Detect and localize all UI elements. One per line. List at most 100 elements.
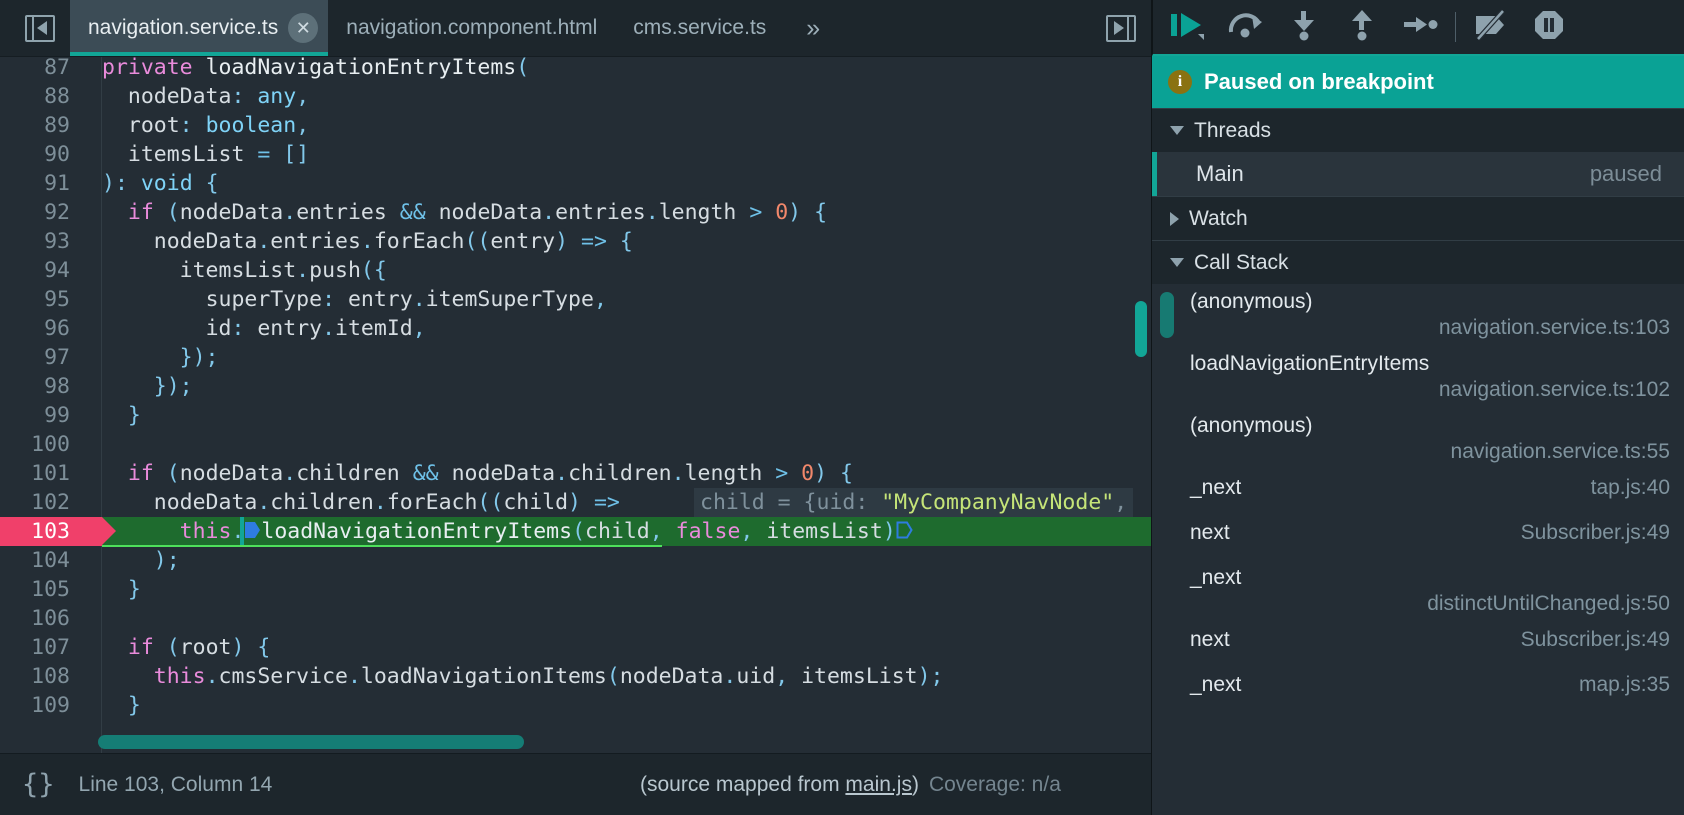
code-editor[interactable]: 87 private loadNavigationEntryItems( 88 … <box>0 56 1151 753</box>
code-line-88[interactable]: 88 nodeData: any, <box>0 82 1151 111</box>
line-number: 99 <box>44 403 70 428</box>
frame-function-name: (anonymous) <box>1190 290 1313 313</box>
call-stack-frame[interactable]: loadNavigationEntryItems navigation.serv… <box>1152 346 1684 408</box>
code-line-107[interactable]: 107 if (root) { <box>0 633 1151 662</box>
tab-navigation-component-html[interactable]: navigation.component.html <box>328 0 615 56</box>
code-line-97[interactable]: 97 }); <box>0 343 1151 372</box>
debugger-toolbar <box>1152 0 1684 56</box>
source-mapped-prefix: (source mapped from <box>640 772 846 796</box>
code-line-96[interactable]: 96 id: entry.itemId, <box>0 314 1151 343</box>
source-mapped-note: (source mapped from main.js) <box>640 773 919 797</box>
code-line-101[interactable]: 101 if (nodeData.children && nodeData.ch… <box>0 459 1151 488</box>
call-stack-section-header[interactable]: Call Stack <box>1152 240 1684 284</box>
call-stack-frame[interactable]: next Subscriber.js:49 <box>1152 515 1684 560</box>
show-navigator-button[interactable] <box>10 0 70 56</box>
thread-state: paused <box>1589 161 1662 186</box>
more-tabs-button[interactable]: » <box>784 0 842 56</box>
line-number: 95 <box>44 287 70 312</box>
tab-cms-service-ts[interactable]: cms.service.ts <box>615 0 784 56</box>
code-content[interactable]: 87 private loadNavigationEntryItems( 88 … <box>0 56 1151 753</box>
code-line-91[interactable]: 91 ): void { <box>0 169 1151 198</box>
step-button[interactable] <box>1391 2 1449 52</box>
frame-function-name: _next <box>1190 673 1242 696</box>
code-line-93[interactable]: 93 nodeData.entries.forEach((entry) => { <box>0 227 1151 256</box>
code-line-102[interactable]: 102 nodeData.children.forEach((child) =>… <box>0 488 1151 517</box>
threads-section-header[interactable]: Threads <box>1152 108 1684 152</box>
pretty-print-icon[interactable]: {} <box>22 769 55 800</box>
line-number: 94 <box>44 258 70 283</box>
call-stack-frame[interactable]: _next tap.js:40 <box>1152 470 1684 515</box>
call-stack-frame[interactable]: _next map.js:35 <box>1152 667 1684 712</box>
inline-value-hint: child = {uid: "MyCompanyNavNode", <box>694 488 1134 517</box>
code-line-106[interactable]: 106 <box>0 604 1151 633</box>
code-line-108[interactable]: 108 this.cmsService.loadNavigationItems(… <box>0 662 1151 691</box>
close-icon[interactable]: ✕ <box>288 13 319 43</box>
thread-row-main[interactable]: Main paused <box>1152 152 1684 196</box>
line-source: } <box>127 577 141 602</box>
step-into-marker-filled-icon[interactable] <box>244 520 261 540</box>
show-debugger-button[interactable] <box>1091 0 1151 56</box>
call-stack-frame[interactable]: _next distinctUntilChanged.js:50 <box>1152 560 1684 622</box>
line-number: 93 <box>44 229 70 254</box>
code-line-87[interactable]: 87 private loadNavigationEntryItems( <box>0 56 1151 82</box>
tab-navigation-service-ts[interactable]: navigation.service.ts ✕ <box>70 0 329 56</box>
code-line-89[interactable]: 89 root: boolean, <box>0 111 1151 140</box>
step-into-button[interactable] <box>1275 2 1333 52</box>
frame-selected-indicator <box>1160 292 1174 338</box>
line-source: ): void { <box>102 171 219 196</box>
resume-script-execution-button[interactable] <box>1159 2 1217 52</box>
step-over-button[interactable] <box>1217 2 1275 52</box>
editor-pane: navigation.service.ts ✕ navigation.compo… <box>0 0 1152 815</box>
tab-label: navigation.component.html <box>346 16 598 39</box>
line-number: 96 <box>44 316 70 341</box>
frame-location: tap.js:40 <box>1590 476 1670 499</box>
code-line-92[interactable]: 92 if (nodeData.entries && nodeData.entr… <box>0 198 1151 227</box>
line-source: }); <box>153 374 193 399</box>
code-line-105[interactable]: 105 } <box>0 575 1151 604</box>
thread-name: Main <box>1196 161 1244 186</box>
code-line-95[interactable]: 95 superType: entry.itemSuperType, <box>0 285 1151 314</box>
deactivate-breakpoints-button[interactable] <box>1462 2 1520 52</box>
call-stack-list[interactable]: (anonymous) navigation.service.ts:103 lo… <box>1152 284 1684 815</box>
vertical-scrollbar[interactable] <box>1135 301 1147 357</box>
line-source: superType: entry.itemSuperType, <box>205 287 607 312</box>
code-line-104[interactable]: 104 ); <box>0 546 1151 575</box>
line-source: nodeData.children.forEach((child) => <box>153 490 620 515</box>
code-line-94[interactable]: 94 itemsList.push({ <box>0 256 1151 285</box>
pause-on-exceptions-button[interactable] <box>1520 2 1578 52</box>
frame-function-name: next <box>1190 521 1230 544</box>
frame-location: Subscriber.js:49 <box>1520 628 1670 651</box>
code-line-90[interactable]: 90 itemsList = [] <box>0 140 1151 169</box>
frame-location: map.js:35 <box>1578 673 1670 696</box>
frame-location: navigation.service.ts:55 <box>1450 440 1670 463</box>
code-line-98[interactable]: 98 }); <box>0 372 1151 401</box>
call-stack-frame[interactable]: next Subscriber.js:49 <box>1152 622 1684 667</box>
step-out-button[interactable] <box>1333 2 1391 52</box>
line-source: if (nodeData.children && nodeData.childr… <box>127 461 853 486</box>
line-number: 90 <box>44 142 70 167</box>
chevron-down-icon <box>1170 258 1184 267</box>
line-source: private loadNavigationEntryItems( <box>102 56 530 80</box>
source-map-link[interactable]: main.js <box>845 773 912 796</box>
line-source: this.cmsService.loadNavigationItems(node… <box>153 664 944 689</box>
line-source: itemsList = [] <box>127 142 310 167</box>
execution-accent-bar <box>240 517 244 546</box>
line-number: 97 <box>44 345 70 370</box>
line-number: 108 <box>31 664 70 689</box>
watch-section-header[interactable]: Watch <box>1152 196 1684 240</box>
devtools-sources-panel: navigation.service.ts ✕ navigation.compo… <box>0 0 1684 815</box>
line-source: id: entry.itemId, <box>205 316 426 341</box>
step-into-marker-outline-icon[interactable] <box>896 520 913 540</box>
code-line-109[interactable]: 109 } <box>0 691 1151 720</box>
code-line-103[interactable]: 103 this. loadNavigationEntryItems(child,… <box>0 517 1151 547</box>
watch-title: Watch <box>1189 206 1248 230</box>
line-number: 98 <box>44 374 70 399</box>
call-stack-frame[interactable]: (anonymous) navigation.service.ts:55 <box>1152 408 1684 470</box>
line-source: if (nodeData.entries && nodeData.entries… <box>127 200 828 225</box>
horizontal-scrollbar[interactable] <box>98 735 524 749</box>
call-stack-frame[interactable]: (anonymous) navigation.service.ts:103 <box>1152 284 1684 346</box>
code-line-100[interactable]: 100 <box>0 430 1151 459</box>
tab-label: cms.service.ts <box>633 16 767 39</box>
code-line-99[interactable]: 99 } <box>0 401 1151 430</box>
cursor-position: Line 103, Column 14 <box>78 772 273 796</box>
